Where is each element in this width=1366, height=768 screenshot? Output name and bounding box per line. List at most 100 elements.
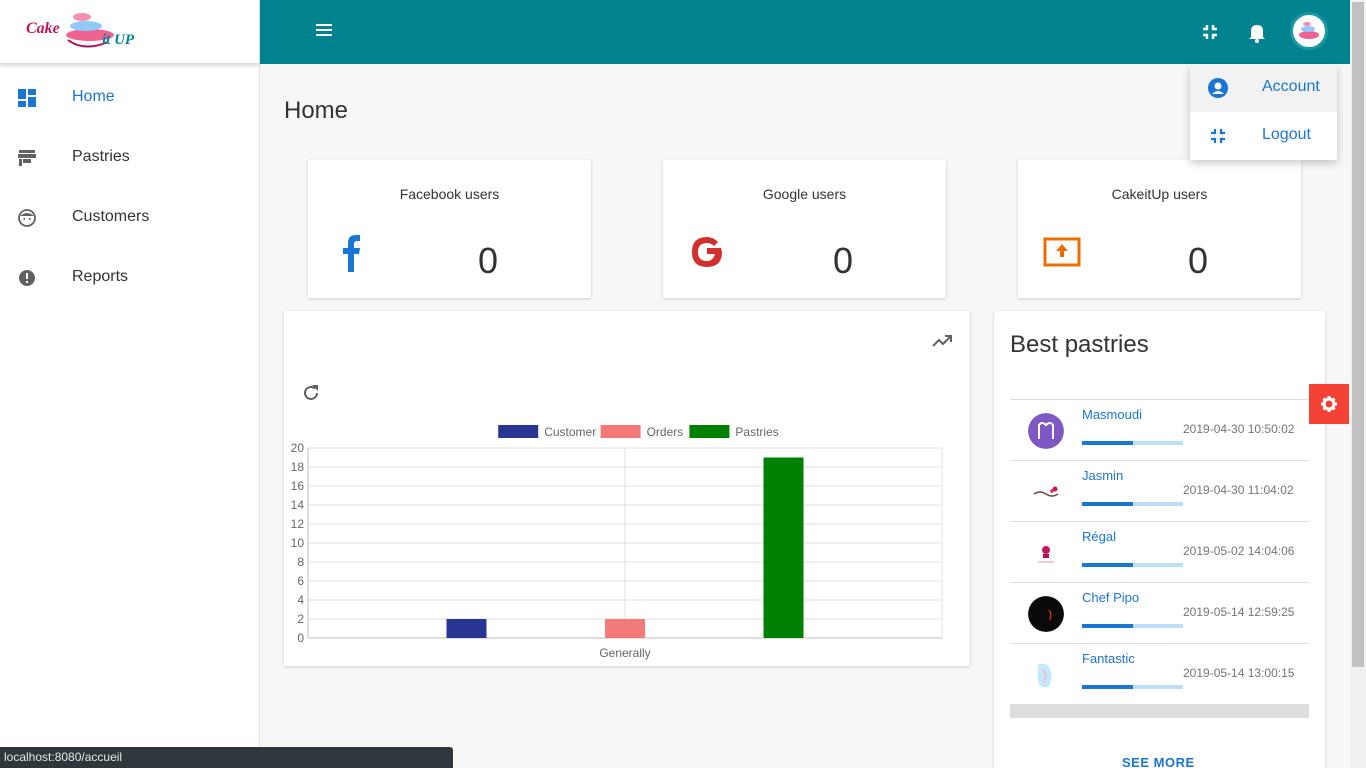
cake-logo[interactable]: Cake it UP (24, 6, 148, 60)
stat-title: Google users (762, 186, 847, 202)
sidebar-item-label: Reports (72, 268, 129, 285)
stat-value: 0 (1188, 240, 1209, 281)
y-tick-label: 14 (291, 498, 305, 512)
gear-icon (1321, 396, 1337, 412)
upload-box-icon (1043, 237, 1081, 267)
page-title: Home (284, 97, 349, 124)
sidebar-item-reports[interactable]: Reports (0, 247, 259, 307)
y-tick-label: 12 (291, 517, 305, 531)
vertical-scrollbar[interactable] (1350, 0, 1366, 768)
best-pastries-card: Best pastries Masmoudi 2019-04-30 10:50:… (994, 311, 1325, 768)
y-tick-label: 2 (297, 612, 304, 626)
legend-label: Pastries (735, 425, 778, 439)
legend-swatch (498, 425, 539, 438)
sidebar-item-label: Pastries (72, 148, 130, 165)
account-dropdown-menu: Account Logout (1190, 64, 1337, 160)
sidebar-item-label: Customers (72, 208, 150, 225)
sidebar-item-home[interactable]: Home (0, 67, 259, 127)
y-tick-label: 18 (291, 460, 305, 474)
bar-pastries (763, 457, 804, 638)
list-item: Chef Pipo 2019-05-14 12:59:25 (1010, 583, 1309, 644)
menu-item-label: Account (1262, 78, 1320, 95)
bar-chart: 0 2 4 6 8 10 12 14 16 18 20 Generally Customer Orders… (291, 425, 943, 660)
account-circle-icon (1208, 78, 1228, 98)
x-tick-label: Generally (599, 646, 650, 660)
y-tick-label: 6 (297, 574, 304, 588)
stat-title: CakeitUp users (1111, 186, 1208, 202)
sidebar-item-label: Home (72, 88, 115, 105)
status-url: localhost:8080/accueil (4, 750, 123, 764)
store-icon (18, 150, 36, 166)
pastry-date: 2019-04-30 11:04:02 (1183, 483, 1294, 497)
y-tick-label: 0 (297, 631, 304, 645)
y-tick-label: 20 (291, 441, 305, 455)
pastry-logo (1028, 596, 1064, 632)
progress-bar (1082, 502, 1183, 506)
pastry-name-link[interactable]: Fantastic (1082, 651, 1135, 666)
bar-orders (605, 619, 645, 638)
pastry-name-link[interactable]: Masmoudi (1082, 407, 1142, 422)
progress-bar (1082, 441, 1183, 445)
stat-card-facebook: Facebook users 0 (308, 160, 591, 298)
dashboard-icon (18, 89, 36, 107)
menu-icon[interactable] (316, 24, 332, 38)
legend-swatch (689, 425, 730, 438)
list-item: Régal 2019-05-02 14:04:06 (1010, 522, 1309, 583)
settings-button[interactable] (1309, 384, 1349, 424)
stat-value: 0 (478, 240, 499, 281)
svg-text:Cake: Cake (26, 20, 60, 37)
legend-swatch (600, 425, 641, 438)
legend-label: Customer (544, 425, 596, 439)
list-item: Jasmin 2019-04-30 11:04:02 (1010, 461, 1309, 522)
alert-circle-icon (19, 270, 35, 286)
menu-item-logout[interactable]: Logout (1190, 112, 1337, 160)
y-tick-label: 4 (297, 593, 304, 607)
pastry-logo (1028, 413, 1064, 449)
menu-item-account[interactable]: Account (1190, 64, 1337, 112)
sidebar: Cake it UP Home Pastries Customers Repor… (0, 0, 260, 768)
see-more-button[interactable]: SEE MORE (1122, 755, 1195, 768)
menu-item-label: Logout (1262, 126, 1311, 143)
chart-card: 0 2 4 6 8 10 12 14 16 18 20 Generally Customer Orders… (284, 311, 970, 666)
pastry-logo (1028, 657, 1064, 693)
stat-value: 0 (833, 240, 854, 281)
y-tick-label: 10 (291, 536, 305, 550)
notifications-icon[interactable] (1243, 18, 1271, 46)
best-pastries-title: Best pastries (1010, 331, 1149, 358)
sidebar-item-pastries[interactable]: Pastries (0, 127, 259, 187)
pastry-logo (1028, 474, 1064, 510)
y-tick-label: 16 (291, 479, 305, 493)
pastry-logo (1028, 535, 1064, 571)
pastry-date: 2019-05-02 14:04:06 (1183, 544, 1295, 558)
progress-bar (1082, 685, 1183, 689)
progress-bar (1082, 624, 1183, 628)
brand-logo-box: Cake it UP (0, 0, 259, 64)
list-item: Fantastic 2019-05-14 13:00:15 (1010, 644, 1309, 705)
avatar[interactable] (1290, 12, 1328, 50)
pastry-name-link[interactable]: Jasmin (1082, 468, 1123, 483)
progress-bar (1082, 563, 1183, 567)
pastry-name-link[interactable]: Chef Pipo (1082, 590, 1139, 605)
list-item: Masmoudi 2019-04-30 10:50:02 (1010, 400, 1309, 461)
sidebar-item-customers[interactable]: Customers (0, 187, 259, 247)
horizontal-scrollbar[interactable] (1010, 705, 1309, 718)
facebook-icon (343, 235, 360, 272)
stat-title: Facebook users (399, 186, 500, 202)
pastry-name-link[interactable]: Régal (1082, 529, 1116, 544)
stat-card-google: Google users 0 (663, 160, 946, 298)
pastry-date: 2019-04-30 10:50:02 (1183, 422, 1295, 436)
y-tick-label: 8 (297, 555, 304, 569)
scrollbar-thumb[interactable] (1352, 2, 1364, 667)
top-app-bar (260, 0, 1350, 64)
bar-customer (446, 619, 487, 638)
best-pastries-list: Masmoudi 2019-04-30 10:50:02 Jasmin 2019… (1010, 399, 1309, 705)
legend-label: Orders (647, 425, 684, 439)
google-icon (692, 237, 722, 267)
stat-card-cakeitup: CakeitUp users 0 (1018, 160, 1301, 298)
browser-status-bar: localhost:8080/accueil (0, 747, 453, 768)
svg-text:it UP: it UP (102, 32, 135, 48)
fullscreen-exit-icon (1211, 129, 1225, 143)
pastry-date: 2019-05-14 13:00:15 (1183, 666, 1295, 680)
fullscreen-exit-icon[interactable] (1196, 18, 1224, 46)
pastry-date: 2019-05-14 12:59:25 (1183, 605, 1295, 619)
